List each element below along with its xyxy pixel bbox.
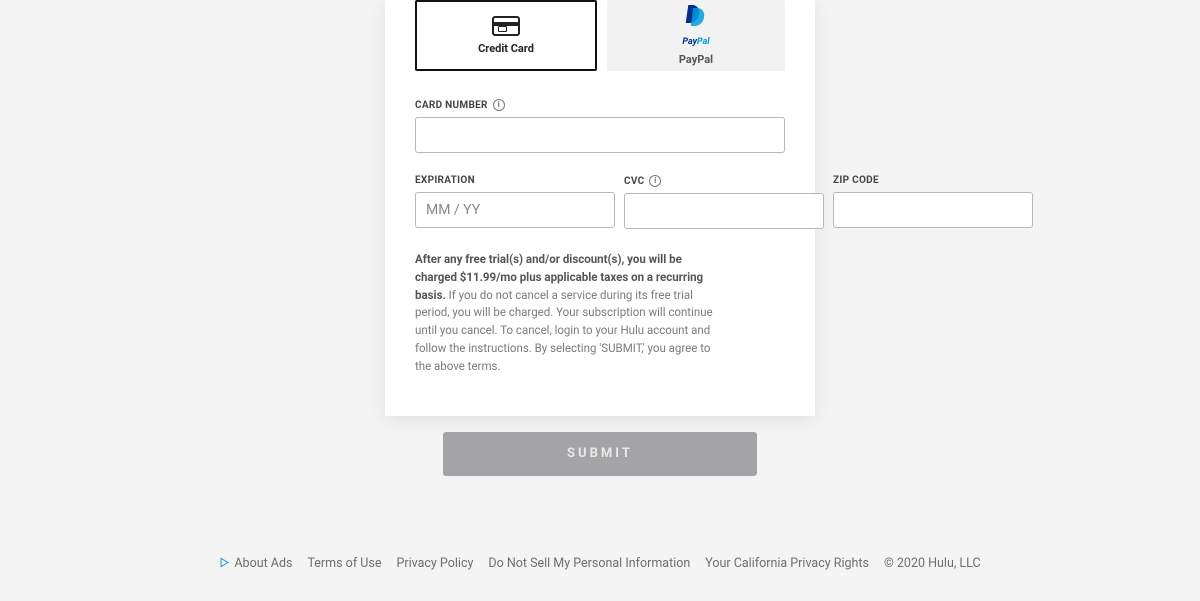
zip-field-wrap: ZIP CODE: [833, 175, 1033, 229]
paypal-label: PayPal: [679, 53, 713, 66]
cvc-field-wrap: CVC i: [624, 175, 824, 229]
adchoices-icon: [219, 557, 230, 568]
credit-card-label: Credit Card: [478, 42, 534, 55]
payment-card: Credit Card PayPal PayPal CARD NUMBER i …: [385, 0, 815, 416]
billing-disclosure: After any free trial(s) and/or discount(…: [415, 251, 715, 376]
credit-card-icon: [492, 16, 520, 36]
payment-method-credit-card[interactable]: Credit Card: [415, 0, 597, 71]
footer-copyright: © 2020 Hulu, LLC: [884, 556, 981, 571]
info-icon[interactable]: i: [649, 175, 661, 187]
footer-ca-rights[interactable]: Your California Privacy Rights: [705, 556, 869, 571]
info-icon[interactable]: i: [493, 99, 505, 111]
paypal-logo-text: PayPal: [682, 37, 709, 47]
submit-button[interactable]: SUBMIT: [443, 432, 757, 476]
cvc-label: CVC i: [624, 175, 824, 187]
payment-method-paypal[interactable]: PayPal PayPal: [607, 0, 785, 71]
expiration-input[interactable]: [415, 192, 615, 228]
zip-label: ZIP CODE: [833, 175, 1033, 186]
card-number-label: CARD NUMBER i: [415, 99, 785, 111]
footer-about-ads[interactable]: About Ads: [219, 556, 292, 571]
paypal-icon: [679, 5, 713, 33]
expiration-label: EXPIRATION: [415, 175, 615, 186]
card-number-input[interactable]: [415, 117, 785, 153]
card-number-field-wrap: CARD NUMBER i: [415, 99, 785, 153]
payment-method-selector: Credit Card PayPal PayPal: [415, 0, 785, 71]
zip-input[interactable]: [833, 192, 1033, 228]
footer-do-not-sell[interactable]: Do Not Sell My Personal Information: [488, 556, 690, 571]
cvc-input[interactable]: [624, 193, 824, 229]
footer-terms[interactable]: Terms of Use: [307, 556, 381, 571]
footer: About Ads Terms of Use Privacy Policy Do…: [219, 556, 980, 571]
footer-privacy[interactable]: Privacy Policy: [396, 556, 473, 571]
expiration-field-wrap: EXPIRATION: [415, 175, 615, 229]
